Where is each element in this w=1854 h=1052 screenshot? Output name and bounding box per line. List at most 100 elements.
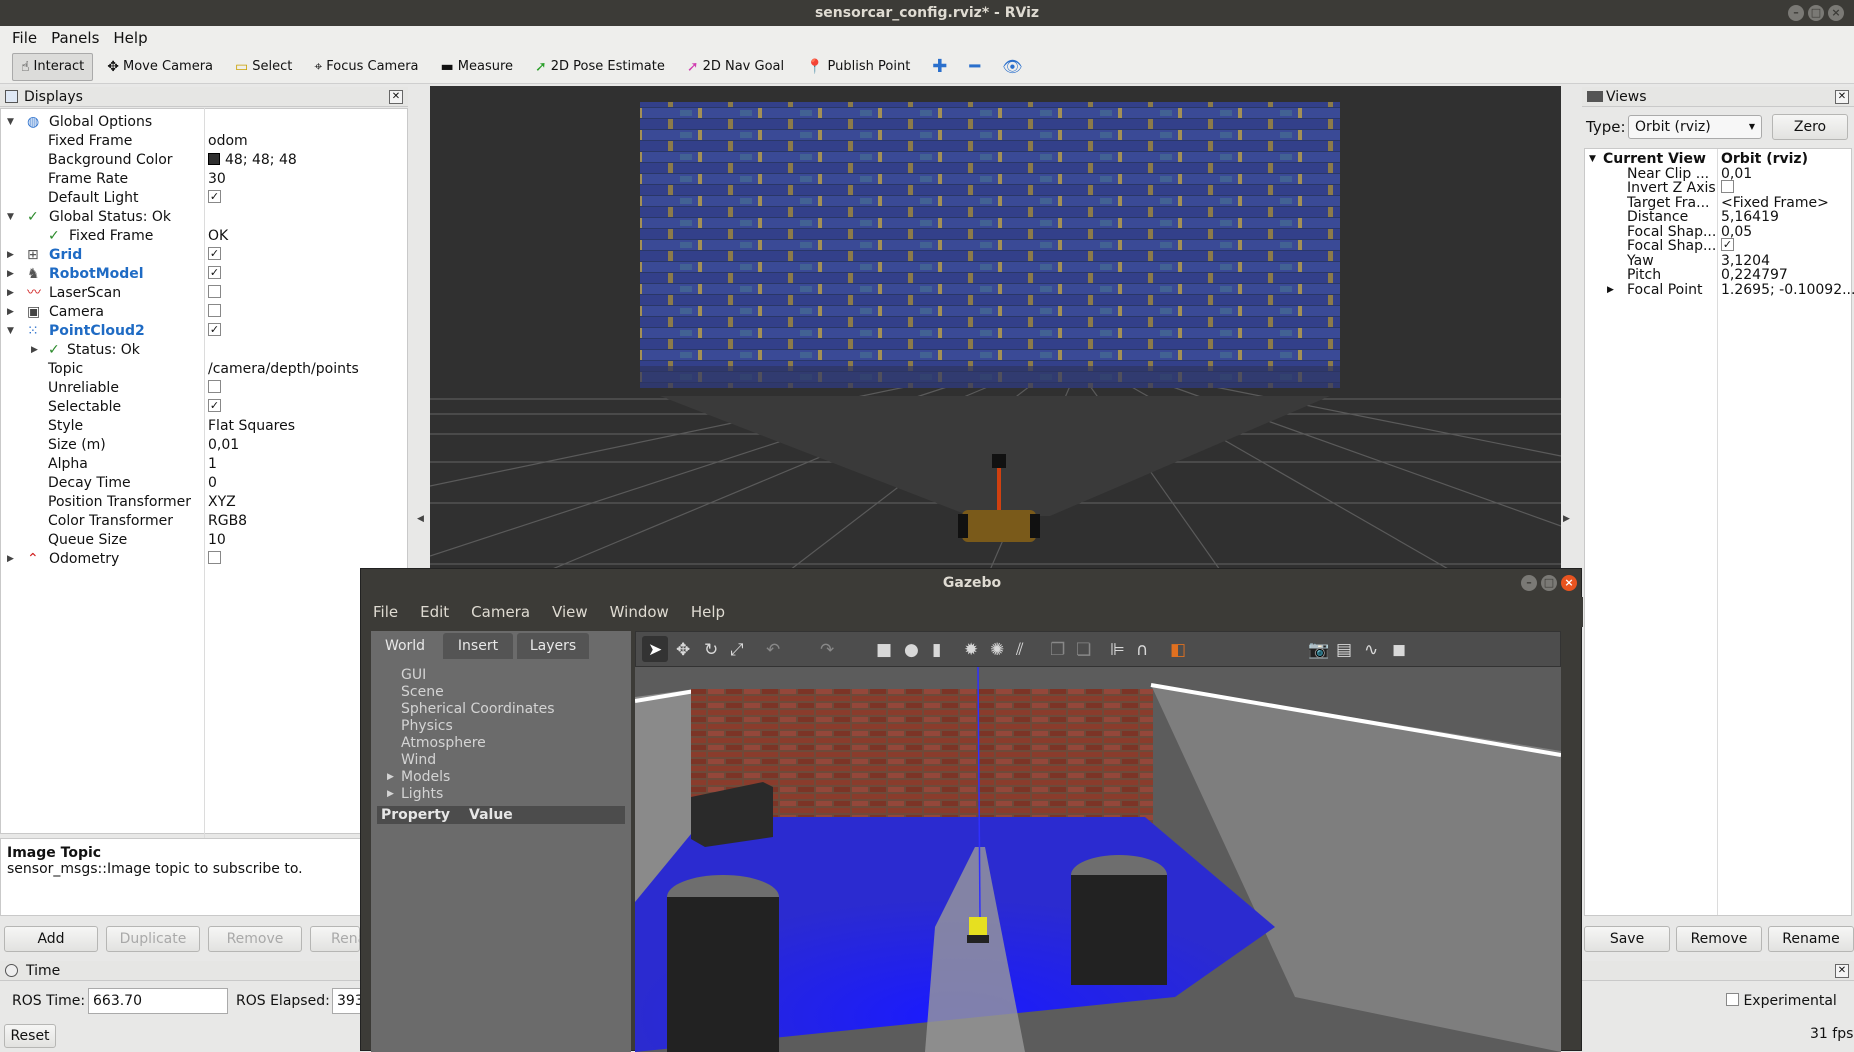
- add-tool-button[interactable]: ✚: [924, 53, 955, 81]
- directional-light-icon[interactable]: ⫽: [1016, 640, 1024, 660]
- tool-2d-nav-goal[interactable]: ➚ 2D Nav Goal: [679, 53, 792, 81]
- checkbox[interactable]: [1726, 993, 1739, 1006]
- cylinder-icon[interactable]: ▮: [932, 640, 941, 660]
- box-icon[interactable]: ■: [876, 640, 892, 660]
- collapse-left-arrow[interactable]: ◀: [417, 514, 424, 524]
- display-value[interactable]: ✓: [208, 265, 221, 284]
- chevron-down-icon[interactable]: ▼: [7, 208, 14, 227]
- display-value[interactable]: [208, 379, 221, 398]
- close-views-button[interactable]: ✕: [1835, 90, 1849, 104]
- collapse-right-arrow[interactable]: ▶: [1563, 514, 1570, 524]
- experimental-checkbox[interactable]: Experimental: [1726, 993, 1837, 1009]
- tool-move-camera[interactable]: ✥ Move Camera: [99, 53, 221, 81]
- gazebo-scene[interactable]: [635, 667, 1561, 1052]
- gz-menu-camera[interactable]: Camera: [471, 603, 530, 621]
- display-value[interactable]: RGB8: [208, 512, 247, 531]
- display-value[interactable]: 10: [208, 531, 226, 550]
- snap-icon[interactable]: ∩: [1136, 640, 1148, 660]
- remove-view-button[interactable]: Remove: [1676, 926, 1762, 952]
- redo-icon[interactable]: ↷: [820, 640, 834, 660]
- screenshot-icon[interactable]: 📷: [1308, 640, 1329, 660]
- checkbox[interactable]: [1721, 180, 1734, 193]
- checkbox[interactable]: ✓: [208, 323, 221, 336]
- world-item-scene[interactable]: Scene: [401, 684, 444, 700]
- tool-interact[interactable]: ☝ Interact: [12, 52, 94, 81]
- tab-layers[interactable]: Layers: [517, 633, 589, 659]
- gazebo-close-button[interactable]: ×: [1561, 575, 1577, 591]
- checkbox[interactable]: [208, 285, 221, 298]
- chevron-down-icon[interactable]: ▼: [7, 113, 14, 132]
- display-value[interactable]: [208, 550, 221, 569]
- display-value[interactable]: 0: [208, 474, 217, 493]
- world-item-lights[interactable]: ▶ Lights: [387, 786, 443, 802]
- display-value[interactable]: 1: [208, 455, 217, 474]
- spot-light-icon[interactable]: ✺: [990, 640, 1004, 660]
- gz-menu-help[interactable]: Help: [691, 603, 725, 621]
- display-value[interactable]: ✓: [208, 246, 221, 265]
- remove-tool-button[interactable]: ━: [961, 53, 988, 81]
- rename-view-button[interactable]: Rename: [1768, 926, 1854, 952]
- display-value[interactable]: OK: [208, 227, 228, 246]
- align-icon[interactable]: ⊫: [1110, 640, 1125, 660]
- duplicate-display-button[interactable]: Duplicate: [106, 926, 200, 952]
- display-value[interactable]: /camera/depth/points: [208, 360, 359, 379]
- scale-icon[interactable]: ⤢: [730, 640, 744, 660]
- menu-file[interactable]: File: [12, 29, 37, 47]
- checkbox[interactable]: [208, 551, 221, 564]
- tool-2d-pose-estimate[interactable]: ➚ 2D Pose Estimate: [527, 53, 673, 81]
- translate-icon[interactable]: ✥: [676, 640, 690, 660]
- sphere-icon[interactable]: ●: [904, 640, 919, 660]
- menu-help[interactable]: Help: [113, 29, 147, 47]
- reset-button[interactable]: Reset: [4, 1024, 56, 1048]
- tool-publish-point[interactable]: 📍 Publish Point: [798, 53, 918, 81]
- gz-menu-view[interactable]: View: [552, 603, 588, 621]
- gazebo-minimize-button[interactable]: –: [1521, 575, 1537, 591]
- display-value[interactable]: 0,01: [208, 436, 239, 455]
- point-light-icon[interactable]: ✹: [964, 640, 978, 660]
- checkbox[interactable]: [208, 304, 221, 317]
- chevron-right-icon[interactable]: ▶: [7, 284, 14, 303]
- tool-properties-button[interactable]: 👁: [994, 53, 1030, 81]
- display-value[interactable]: odom: [208, 132, 248, 151]
- tab-insert[interactable]: Insert: [443, 633, 513, 659]
- world-item-gui[interactable]: GUI: [401, 667, 426, 683]
- display-value[interactable]: ✓: [208, 189, 221, 208]
- chevron-right-icon[interactable]: ▶: [7, 303, 14, 322]
- world-item-atmosphere[interactable]: Atmosphere: [401, 735, 486, 751]
- chevron-right-icon[interactable]: ▶: [1607, 282, 1614, 299]
- gz-menu-window[interactable]: Window: [610, 603, 669, 621]
- plot-icon[interactable]: ∿: [1364, 640, 1378, 660]
- display-value[interactable]: ✓: [208, 322, 221, 341]
- rotate-icon[interactable]: ↻: [704, 640, 718, 660]
- log-icon[interactable]: ▤: [1336, 640, 1352, 660]
- display-value[interactable]: [208, 303, 221, 322]
- chevron-right-icon[interactable]: ▶: [7, 550, 14, 569]
- world-item-models[interactable]: ▶ Models: [387, 769, 450, 785]
- close-displays-button[interactable]: ✕: [389, 90, 403, 104]
- display-value[interactable]: 30: [208, 170, 226, 189]
- close-button[interactable]: ×: [1828, 5, 1844, 21]
- checkbox[interactable]: ✓: [1721, 238, 1734, 251]
- world-item-wind[interactable]: Wind: [401, 752, 436, 768]
- tool-measure[interactable]: ▬ Measure: [433, 53, 521, 81]
- undo-icon[interactable]: ↶: [766, 640, 780, 660]
- display-value[interactable]: ✓: [208, 398, 221, 417]
- ros-time-field[interactable]: 663.70: [88, 988, 228, 1014]
- view-property-value[interactable]: 1.2695; -0.10092...: [1721, 282, 1854, 299]
- checkbox[interactable]: ✓: [208, 399, 221, 412]
- add-display-button[interactable]: Add: [4, 926, 98, 952]
- gz-menu-file[interactable]: File: [373, 603, 398, 621]
- maximize-button[interactable]: □: [1808, 5, 1824, 21]
- rename-display-button[interactable]: Rena: [310, 926, 366, 952]
- minimize-button[interactable]: –: [1788, 5, 1804, 21]
- render-viewport[interactable]: [430, 86, 1561, 570]
- view-property-row[interactable]: ▶ Focal Point 1.2695; -0.10092...: [1585, 282, 1854, 299]
- view-type-select[interactable]: Orbit (rviz) ▼: [1628, 115, 1762, 139]
- close-time-button[interactable]: ✕: [1835, 964, 1849, 978]
- remove-display-button[interactable]: Remove: [208, 926, 302, 952]
- chevron-right-icon[interactable]: ▶: [31, 341, 38, 360]
- zero-button[interactable]: Zero: [1772, 114, 1848, 140]
- chevron-right-icon[interactable]: ▶: [7, 246, 14, 265]
- gazebo-maximize-button[interactable]: □: [1541, 575, 1557, 591]
- menu-panels[interactable]: Panels: [51, 29, 99, 47]
